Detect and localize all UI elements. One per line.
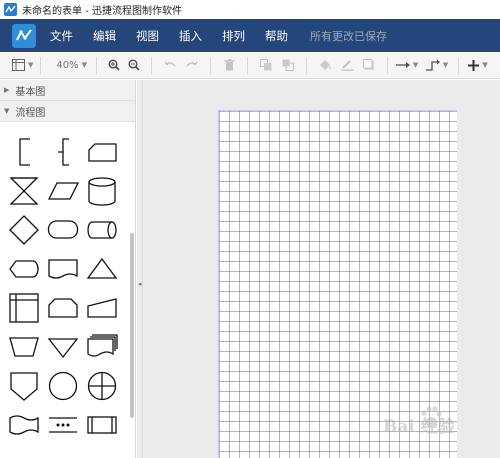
chevron-down-icon: ▼ [412, 61, 419, 69]
fill-color-button[interactable] [314, 52, 336, 79]
section-label: 流程图 [15, 107, 46, 119]
pencil-icon [341, 60, 354, 71]
delete-button[interactable] [218, 52, 240, 79]
shadow-button[interactable] [358, 52, 380, 79]
insert-button[interactable]: ▼ [466, 52, 490, 79]
elbow-connector-icon [425, 59, 440, 71]
section-label: 基本图 [15, 86, 46, 98]
section-basic-shapes[interactable]: ▶ 基本图 [0, 80, 135, 101]
chevron-down-icon: ▼ [28, 61, 34, 69]
menu-file[interactable]: 文件 [50, 28, 73, 44]
toolbar-divider [210, 56, 212, 74]
toolbar-divider [96, 56, 98, 74]
title-bar: 未命名的表单 - 迅捷流程图制作软件 [0, 0, 500, 19]
shape-annotation-bracket[interactable] [5, 133, 43, 171]
shape-sidebar: ▶ 基本图 ▼ 流程图 [0, 80, 136, 458]
shape-parallel-mode[interactable] [44, 406, 82, 444]
redo-button[interactable] [181, 52, 203, 79]
chevron-down-icon: ▼ [81, 61, 88, 69]
sidebar-scroll-thumb[interactable] [130, 233, 134, 418]
toolbar: ▼ 40% ▼ ▼ ▼ ▼ [0, 52, 500, 79]
section-flowchart[interactable]: ▼ 流程图 [0, 101, 135, 122]
undo-button[interactable] [159, 52, 181, 79]
toolbar-divider [151, 56, 153, 74]
shape-direct-data[interactable] [83, 211, 121, 249]
undo-icon [164, 61, 176, 67]
trash-icon [224, 59, 235, 71]
toolbar-divider [40, 56, 42, 74]
menu-bar: 文件 编辑 视图 插入 排列 帮助 所有更改已保存 [0, 19, 500, 52]
zoom-out-icon [128, 59, 140, 71]
to-front-button[interactable] [255, 52, 277, 79]
shape-manual-operation[interactable] [5, 328, 43, 366]
shape-merge-triangle[interactable] [44, 328, 82, 366]
logo-button[interactable] [12, 23, 36, 48]
toolbar-divider [458, 56, 460, 74]
shape-terminator[interactable] [44, 211, 82, 249]
zoom-in-button[interactable] [104, 52, 124, 79]
baidu-watermark: Bai 经验 [375, 398, 495, 438]
shape-internal-storage[interactable] [5, 289, 43, 327]
shadow-icon [363, 59, 375, 70]
plus-icon [468, 59, 480, 71]
menu-arrange[interactable]: 排列 [222, 28, 245, 44]
zoom-out-button[interactable] [124, 52, 144, 79]
shape-collate[interactable] [5, 172, 43, 210]
shape-on-page-connector[interactable] [44, 367, 82, 405]
shape-annotation-brace[interactable] [44, 133, 82, 171]
shape-display[interactable] [5, 250, 43, 288]
watermark-text: Bai 经验 [383, 417, 455, 437]
zoom-level: 40% [56, 59, 79, 71]
flow-logo-icon [16, 28, 32, 40]
shape-multi-document[interactable] [83, 328, 121, 366]
redo-icon [186, 61, 198, 67]
shape-loop-limit[interactable] [44, 289, 82, 327]
shape-off-page-connector[interactable] [5, 367, 43, 405]
save-status: 所有更改已保存 [310, 29, 387, 43]
menu-help[interactable]: 帮助 [265, 28, 288, 44]
window-title: 未命名的表单 - 迅捷流程图制作软件 [22, 6, 182, 17]
send-to-back-icon [282, 59, 295, 71]
shape-extract-triangle[interactable] [83, 250, 121, 288]
shape-card[interactable] [83, 133, 121, 171]
shape-database-cylinder[interactable] [83, 172, 121, 210]
menu-edit[interactable]: 编辑 [93, 28, 116, 44]
chevron-right-icon: ▶ [4, 86, 10, 94]
shape-decision-diamond[interactable] [5, 211, 43, 249]
zoom-select[interactable]: 40% ▼ [56, 52, 87, 79]
shape-document[interactable] [44, 250, 82, 288]
toolbar-divider [247, 56, 249, 74]
to-back-button[interactable] [277, 52, 299, 79]
page-layout-button[interactable]: ▼ [12, 52, 33, 79]
toolbar-divider [306, 56, 308, 74]
shape-punched-tape[interactable] [5, 406, 43, 444]
sidebar-scrollbar[interactable] [129, 125, 135, 458]
shape-data-parallelogram[interactable] [44, 172, 82, 210]
menu-view[interactable]: 视图 [136, 28, 159, 44]
chevron-down-icon: ▼ [442, 61, 449, 69]
bring-to-front-icon [260, 59, 272, 71]
connection-style-button[interactable]: ▼ [395, 52, 419, 79]
zoom-in-icon [108, 59, 120, 71]
shape-summing-junction[interactable] [83, 367, 121, 405]
chevron-down-icon: ▼ [482, 61, 488, 69]
toolbar-divider [387, 56, 389, 74]
shape-predefined-process[interactable] [83, 406, 121, 444]
waypoints-button[interactable]: ▼ [423, 52, 451, 79]
shape-manual-input[interactable] [83, 289, 121, 327]
arrow-right-icon [395, 62, 410, 68]
shape-palette [0, 125, 128, 458]
paint-bucket-icon [319, 60, 331, 70]
collapse-sidebar-icon[interactable]: ◂ [138, 280, 142, 288]
menu-insert[interactable]: 插入 [179, 28, 202, 44]
chevron-down-icon: ▼ [4, 107, 10, 115]
line-color-button[interactable] [336, 52, 358, 79]
page-layout-icon [12, 59, 25, 71]
app-icon [4, 3, 17, 16]
